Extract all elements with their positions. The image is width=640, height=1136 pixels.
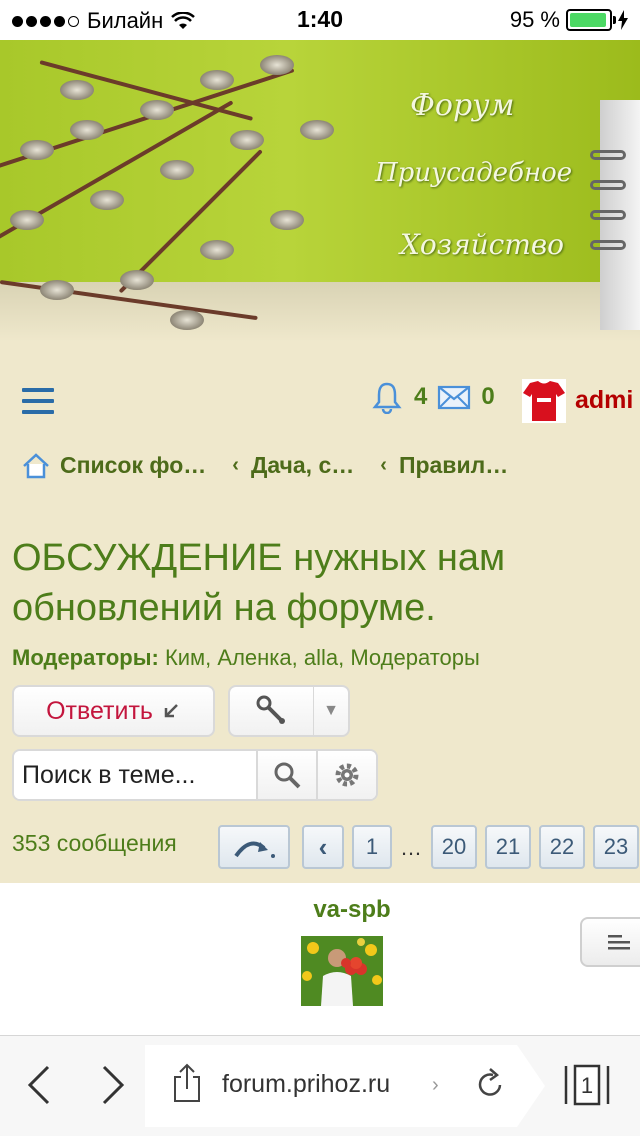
envelope-icon[interactable] bbox=[437, 380, 471, 414]
thread-title: ОБСУЖДЕНИЕ нужных нам обновлений на фору… bbox=[12, 537, 506, 629]
menu-icon[interactable] bbox=[22, 388, 54, 414]
reply-label: Ответить bbox=[46, 696, 153, 725]
breadcrumb-item-rules[interactable]: Правил… bbox=[399, 452, 508, 479]
thread-search bbox=[12, 749, 378, 801]
header-notifications: 4 0 bbox=[370, 380, 495, 414]
chevron-left-icon: ‹ bbox=[380, 454, 387, 476]
curved-arrow-icon bbox=[234, 841, 275, 858]
page-link-20[interactable]: 20 bbox=[431, 825, 477, 869]
tabs-icon[interactable]: 1 bbox=[562, 1060, 612, 1110]
gear-icon bbox=[335, 763, 359, 787]
lines-menu-icon bbox=[608, 935, 630, 950]
chevron-down-icon[interactable]: ▼ bbox=[314, 702, 348, 720]
chevron-left-icon: ‹ bbox=[318, 831, 328, 862]
tshirt-avatar-icon bbox=[522, 379, 566, 423]
tabs-count: 1 bbox=[581, 1073, 593, 1098]
banner-title-line3: Хозяйство bbox=[400, 228, 565, 261]
url-text[interactable]: forum.prihoz.ru bbox=[222, 1070, 390, 1099]
messages-count[interactable]: 0 bbox=[481, 383, 494, 411]
thread-tools-button[interactable]: ▼ bbox=[228, 685, 350, 737]
moderators-label: Модераторы: bbox=[12, 645, 159, 670]
reply-button[interactable]: Ответить bbox=[12, 685, 215, 737]
search-button[interactable] bbox=[256, 751, 316, 799]
battery-percent: 95 % bbox=[509, 7, 560, 32]
charging-icon bbox=[618, 10, 628, 30]
wrench-icon bbox=[256, 695, 285, 724]
share-icon[interactable] bbox=[172, 1063, 202, 1103]
username-link[interactable]: admi bbox=[575, 386, 633, 415]
moderators-line: Модераторы: Ким, Аленка, alla, Модератор… bbox=[12, 645, 480, 671]
banner-title-line1: Форум bbox=[410, 88, 515, 123]
post-menu-button[interactable] bbox=[580, 917, 640, 967]
post-author-avatar[interactable] bbox=[301, 936, 383, 1006]
post-author-name[interactable]: va-spb bbox=[0, 896, 640, 924]
status-bar: Билайн 1:40 95 % bbox=[0, 0, 640, 40]
back-icon[interactable] bbox=[24, 1063, 54, 1107]
page-link-1[interactable]: 1 bbox=[352, 825, 392, 869]
alerts-count[interactable]: 4 bbox=[414, 383, 427, 411]
chevron-left-icon: ‹ bbox=[232, 454, 239, 476]
prev-page-button[interactable]: ‹ bbox=[302, 825, 344, 869]
reply-arrow-icon bbox=[164, 704, 178, 718]
url-suffix: › bbox=[432, 1074, 439, 1096]
battery-icon bbox=[566, 9, 616, 31]
home-icon[interactable] bbox=[22, 452, 50, 479]
forum-banner[interactable]: Форум Приусадебное Хозяйство bbox=[0, 40, 640, 342]
search-icon bbox=[274, 762, 301, 789]
pagination-ellipsis: … bbox=[400, 835, 422, 860]
author-photo bbox=[301, 936, 383, 1006]
message-count: 353 сообщения bbox=[12, 830, 177, 856]
jump-to-new-button[interactable] bbox=[218, 825, 290, 869]
reload-icon[interactable] bbox=[475, 1067, 505, 1101]
page-link-21[interactable]: 21 bbox=[485, 825, 531, 869]
user-avatar[interactable] bbox=[522, 379, 566, 423]
breadcrumb-item-dacha[interactable]: Дача, с… bbox=[251, 452, 354, 479]
moderators-list[interactable]: Ким, Аленка, alla, Модераторы bbox=[165, 645, 480, 670]
page-link-23[interactable]: 23 bbox=[593, 825, 639, 869]
search-settings-button[interactable] bbox=[316, 751, 376, 799]
breadcrumb-item-forums[interactable]: Список фо… bbox=[60, 452, 206, 479]
breadcrumb: Список фо… ‹ Дача, с… ‹ Правил… bbox=[22, 452, 508, 479]
forward-icon[interactable] bbox=[98, 1063, 128, 1107]
banner-title-line2: Приусадебное bbox=[375, 158, 573, 188]
bell-icon[interactable] bbox=[370, 380, 404, 414]
search-input[interactable] bbox=[14, 751, 256, 799]
page-link-22[interactable]: 22 bbox=[539, 825, 585, 869]
